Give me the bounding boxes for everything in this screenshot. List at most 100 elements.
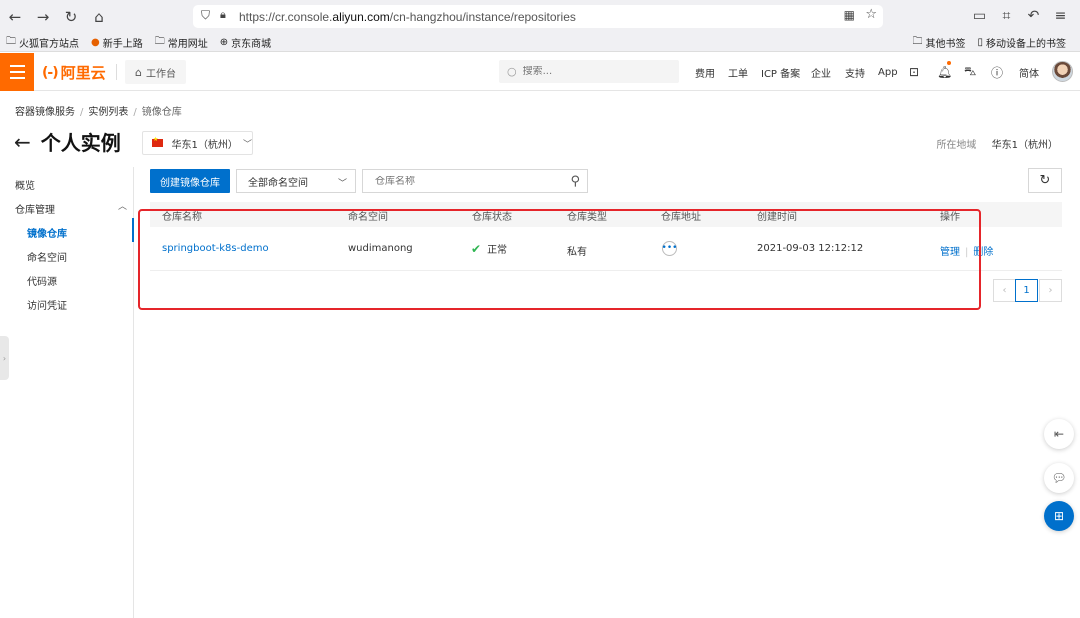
- manage-link[interactable]: 管理: [940, 247, 960, 258]
- bookmark-item[interactable]: ● 新手上路: [91, 35, 143, 50]
- chat-button[interactable]: 💬︎: [1044, 463, 1074, 493]
- forward-arrow-icon[interactable]: →: [30, 4, 56, 30]
- column-header: 仓库类型: [567, 212, 607, 223]
- nav-namespace[interactable]: 命名空间: [27, 249, 67, 264]
- grid-icon: ⊞: [1053, 509, 1065, 523]
- nav-image-repo[interactable]: 镜像仓库: [27, 225, 67, 240]
- table-header: 仓库名称 命名空间 仓库状态 仓库类型 仓库地址 创建时间 操作: [150, 202, 1062, 227]
- expand-sidebar-handle[interactable]: ›: [0, 336, 9, 380]
- chevron-up-icon[interactable]: ︿: [118, 199, 127, 212]
- breadcrumb: 容器镜像服务 / 实例列表 / 镜像仓库: [15, 107, 182, 118]
- mobile-icon: ▯: [977, 37, 983, 48]
- hamburger-menu-icon[interactable]: ≡: [1047, 4, 1074, 28]
- repo-namespace: wudimanong: [348, 243, 413, 254]
- search-icon: ○: [507, 65, 517, 78]
- home-icon: ⌂: [135, 65, 142, 79]
- repo-name-link[interactable]: springboot-k8s-demo: [162, 243, 269, 254]
- bookmark-item[interactable]: 🗀︎ 火狐官方站点: [6, 34, 79, 51]
- column-header: 仓库名称: [162, 212, 202, 223]
- table-row: springboot-k8s-demo wudimanong ✔ 正常 私有 ••…: [150, 228, 1062, 271]
- column-header: 创建时间: [757, 212, 797, 223]
- bookmark-item[interactable]: ▯ 移动设备上的书签: [977, 35, 1066, 50]
- feedback-button[interactable]: ⇤: [1044, 419, 1074, 449]
- column-header: 操作: [940, 212, 960, 223]
- aliyun-logo[interactable]: (-) 阿里云: [42, 62, 106, 83]
- bookmarks-bar: 🗀︎ 火狐官方站点 ● 新手上路 🗀︎ 常用网址 ⊕ 京东商城 🗀︎ 其他书签 ▯ 移动设备…: [0, 33, 1080, 52]
- chevron-left-icon: ‹: [1002, 285, 1007, 296]
- top-link-icp[interactable]: ICP 备案: [761, 65, 800, 80]
- nav-code-source[interactable]: 代码源: [27, 273, 57, 288]
- bell-icon[interactable]: 🔔︎: [937, 65, 952, 79]
- repo-search[interactable]: ⚲: [362, 169, 588, 193]
- globe-icon: ⊕: [219, 36, 229, 48]
- folder-icon: 🗀︎: [6, 35, 16, 47]
- search-icon[interactable]: ⚲: [570, 174, 580, 189]
- apps-button[interactable]: ⊞: [1044, 501, 1074, 531]
- qr-code-icon[interactable]: ▦: [844, 8, 855, 22]
- lock-icon: 🔒︎: [220, 8, 226, 21]
- url-bar[interactable]: ⛉ 🔒︎ https://cr.console.aliyun.com/cn-ha…: [193, 5, 883, 28]
- page-number[interactable]: 1: [1015, 279, 1038, 302]
- star-icon[interactable]: ☆: [865, 7, 877, 22]
- menu-toggle-button[interactable]: [0, 53, 34, 91]
- repo-status: ✔ 正常: [471, 242, 508, 256]
- nav-access-credential[interactable]: 访问凭证: [27, 297, 67, 312]
- refresh-button[interactable]: ↻: [1028, 168, 1062, 193]
- bookmark-item[interactable]: 🗀︎ 常用网址: [155, 34, 208, 51]
- reload-icon[interactable]: ↻: [58, 4, 84, 30]
- breadcrumb-item[interactable]: 实例列表: [88, 107, 128, 118]
- column-header: 仓库地址: [661, 212, 701, 223]
- cart-icon[interactable]: ⛍: [964, 64, 976, 80]
- chevron-down-icon: ﹀: [337, 179, 347, 189]
- top-link-enterprise[interactable]: 企业: [811, 65, 831, 80]
- china-flag-icon: [152, 136, 164, 147]
- chat-icon: 💬︎: [1051, 471, 1067, 485]
- breadcrumb-item[interactable]: 容器镜像服务: [15, 107, 75, 118]
- prev-page-button[interactable]: ‹: [993, 279, 1016, 302]
- left-navigation: [0, 167, 134, 618]
- repo-created-time: 2021-09-03 12:12:12: [757, 243, 864, 254]
- panel-icon: ⇤: [1053, 427, 1065, 441]
- back-arrow-icon[interactable]: ←: [14, 130, 31, 154]
- global-search-input[interactable]: [522, 66, 663, 77]
- crop-icon[interactable]: ⌗: [993, 4, 1020, 28]
- avatar[interactable]: [1052, 61, 1073, 82]
- next-page-button[interactable]: ›: [1039, 279, 1062, 302]
- delete-link[interactable]: 删除: [973, 247, 993, 258]
- top-link-app[interactable]: App: [878, 67, 898, 78]
- top-link-ticket[interactable]: 工单: [728, 65, 748, 80]
- page-title: ← 个人实例: [14, 129, 121, 156]
- sidebar-toggle-icon[interactable]: ▭: [966, 4, 993, 28]
- top-link-fees[interactable]: 费用: [695, 65, 715, 80]
- global-search[interactable]: ○: [499, 60, 679, 83]
- top-link-support[interactable]: 支持: [845, 65, 865, 80]
- undo-icon[interactable]: ↶: [1020, 4, 1047, 28]
- namespace-select[interactable]: 全部命名空间 ﹀: [236, 169, 356, 193]
- bookmark-item[interactable]: 🗀︎ 其他书签: [912, 34, 965, 51]
- bookmark-item[interactable]: ⊕ 京东商城: [220, 35, 271, 50]
- firefox-icon: ●: [91, 36, 100, 48]
- workbench-button[interactable]: ⌂ 工作台: [125, 60, 186, 84]
- folder-icon: 🗀︎: [154, 35, 165, 47]
- region-select[interactable]: 华东1（杭州） ﹀: [142, 131, 253, 155]
- region-info: 所在地域 华东1（杭州）: [936, 140, 1058, 151]
- repo-search-input[interactable]: [375, 175, 555, 187]
- chevron-down-icon: ﹀: [242, 139, 252, 150]
- chevron-right-icon: ›: [2, 353, 7, 363]
- chevron-right-icon: ›: [1048, 285, 1053, 296]
- nav-repo-management[interactable]: 仓库管理: [15, 201, 55, 216]
- terminal-icon[interactable]: ⊡: [909, 65, 919, 79]
- repo-address-more-icon[interactable]: •••: [662, 241, 677, 256]
- home-icon[interactable]: ⌂: [86, 4, 112, 30]
- nav-active-indicator: [132, 218, 134, 242]
- back-arrow-icon[interactable]: ←: [2, 4, 28, 30]
- check-icon: ✔: [471, 242, 482, 256]
- create-repo-button[interactable]: 创建镜像仓库: [150, 169, 230, 193]
- language-switch[interactable]: 简体: [1019, 65, 1039, 80]
- notification-dot: [947, 61, 951, 65]
- nav-overview[interactable]: 概览: [15, 177, 35, 192]
- help-icon[interactable]: ⓘ: [991, 64, 1003, 81]
- column-header: 命名空间: [348, 212, 388, 223]
- shield-icon: ⛉: [201, 8, 211, 22]
- folder-icon: 🗀︎: [912, 36, 923, 47]
